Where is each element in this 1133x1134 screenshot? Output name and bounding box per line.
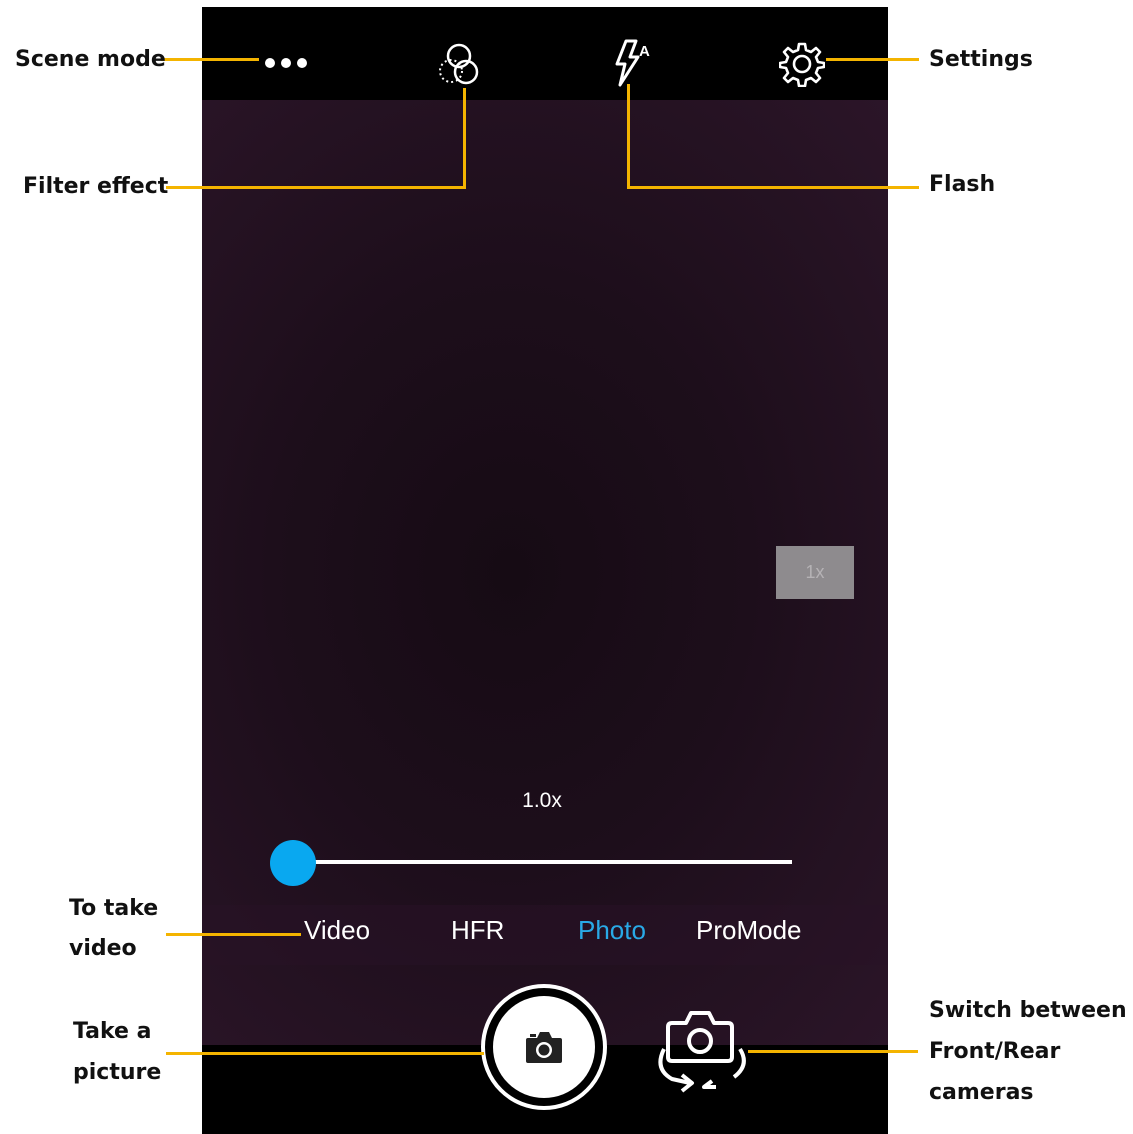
label-picture-line2: picture — [73, 1060, 162, 1085]
label-settings: Settings — [929, 47, 1033, 72]
label-video-line1: To take — [69, 896, 159, 921]
filter-circles-icon[interactable] — [436, 41, 482, 89]
callout-line-picture — [166, 1052, 484, 1055]
shutter-face — [493, 996, 595, 1098]
mode-promode[interactable]: ProMode — [696, 915, 802, 946]
camera-icon — [526, 1032, 562, 1063]
label-switch-line1: Switch between — [929, 998, 1127, 1023]
zoom-level-label: 1.0x — [522, 789, 562, 812]
label-scene-mode: Scene mode — [15, 47, 166, 72]
label-filter-effect: Filter effect — [23, 174, 169, 199]
callout-line-video — [166, 933, 301, 936]
top-toolbar: A — [202, 7, 888, 100]
callout-line-filter-effect — [166, 186, 466, 189]
callout-line-flash — [627, 186, 919, 189]
mode-video[interactable]: Video — [304, 915, 370, 946]
zoom-slider-thumb[interactable] — [270, 840, 316, 886]
label-switch-line2: Front/Rear — [929, 1039, 1061, 1064]
callout-line-flash-vertical — [627, 84, 630, 189]
callout-line-settings — [826, 58, 919, 61]
zoom-badge[interactable]: 1x — [776, 546, 854, 599]
label-flash: Flash — [929, 172, 996, 197]
flash-auto-icon[interactable]: A — [606, 37, 658, 89]
switch-camera-icon[interactable] — [652, 1005, 752, 1095]
more-dots-icon[interactable] — [262, 53, 312, 73]
zoom-slider-track[interactable] — [298, 860, 792, 864]
label-switch-line3: cameras — [929, 1080, 1034, 1105]
callout-line-scene-mode — [161, 58, 259, 61]
mode-hfr[interactable]: HFR — [451, 915, 504, 946]
label-video-line2: video — [69, 936, 137, 961]
camera-screen: A 1x 1.0x Video HFR Photo ProMode — [202, 7, 888, 1134]
label-picture-line1: Take a — [73, 1019, 152, 1044]
svg-text:A: A — [639, 43, 650, 60]
callout-line-switch-camera — [748, 1050, 918, 1053]
gear-icon[interactable] — [779, 41, 825, 87]
callout-line-filter-effect-vertical — [463, 88, 466, 189]
mode-photo[interactable]: Photo — [578, 915, 646, 946]
shutter-button[interactable] — [481, 984, 607, 1110]
